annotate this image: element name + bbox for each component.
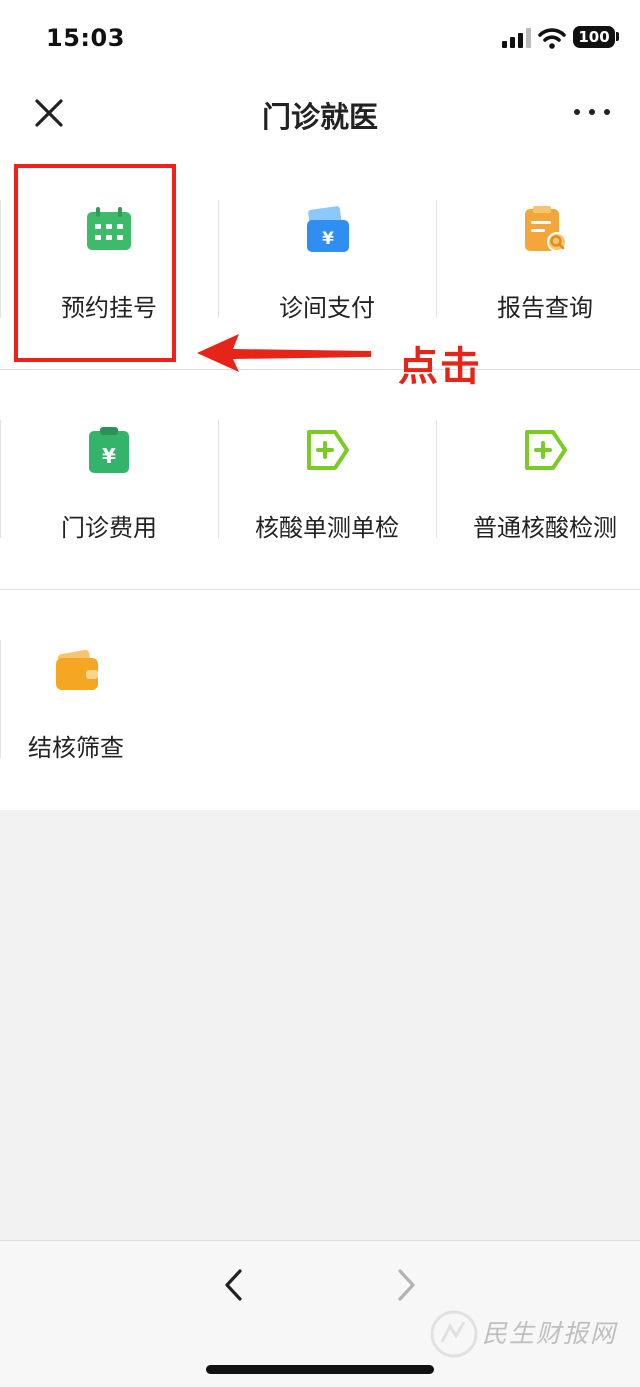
service-label: 核酸单测单检: [255, 514, 399, 542]
service-label: 诊间支付: [279, 294, 375, 322]
annotation-click-text: 点击: [398, 344, 482, 390]
row-divider: [0, 589, 640, 590]
service-outpatient-fees[interactable]: ¥ 门诊费用: [0, 426, 218, 576]
status-bar: 15:03 100: [0, 0, 640, 80]
watermark-text: 民生财报网: [482, 1319, 618, 1348]
clipboard-yuan-icon: ¥: [89, 427, 129, 473]
service-nucleic-acid-single-test[interactable]: 核酸单测单检: [218, 426, 436, 576]
status-time: 15:03: [46, 24, 125, 52]
svg-text:¥: ¥: [102, 444, 116, 468]
highlight-box: [14, 164, 176, 362]
battery-indicator: 100: [573, 26, 615, 48]
page-title: 门诊就医: [261, 100, 378, 134]
service-regular-nucleic-acid-test[interactable]: 普通核酸检测: [436, 426, 640, 576]
back-arrow-icon[interactable]: [218, 1267, 250, 1303]
service-label: 报告查询: [497, 294, 593, 322]
service-label: 门诊费用: [61, 514, 157, 542]
wallet-payment-icon: ¥: [307, 206, 349, 252]
home-indicator: [206, 1365, 434, 1374]
test-tag-icon: [307, 430, 349, 470]
wifi-icon: [538, 28, 566, 49]
service-label: 结核筛查: [28, 734, 124, 762]
test-tag-icon: [525, 430, 567, 470]
forward-arrow-icon[interactable]: [390, 1267, 422, 1303]
battery-tip: [616, 32, 619, 41]
service-label: 普通核酸检测: [473, 514, 617, 542]
more-options-button[interactable]: [570, 100, 614, 124]
service-tuberculosis-screening[interactable]: 结核筛查: [0, 646, 185, 796]
arrow-icon: [197, 334, 371, 372]
wallet-icon: [56, 649, 98, 690]
nav-bar: 门诊就医: [0, 80, 640, 148]
report-search-icon: [525, 206, 567, 252]
svg-text:¥: ¥: [322, 229, 334, 249]
cellular-signal-icon: [502, 28, 531, 48]
